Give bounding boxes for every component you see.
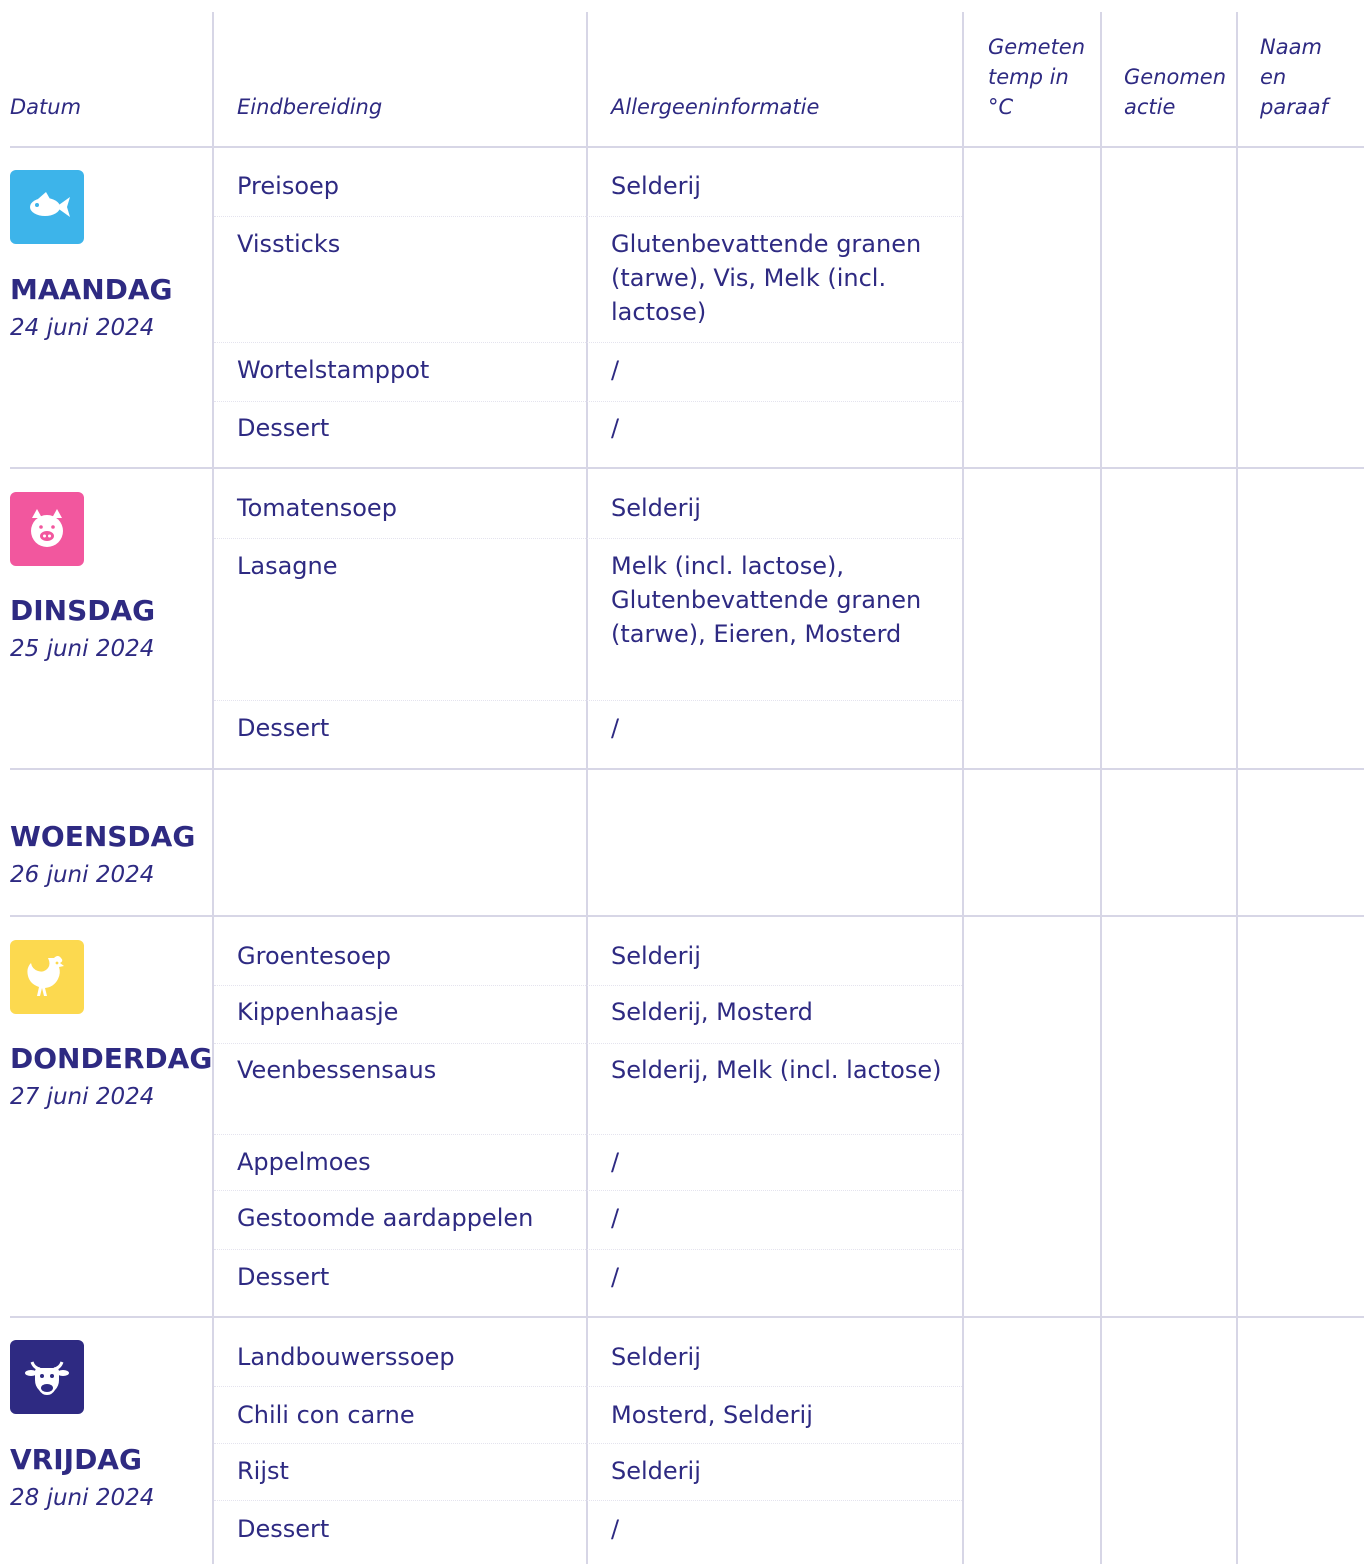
dish-name: Rijst [237, 1457, 289, 1485]
dish-name: Dessert [237, 714, 330, 742]
day-date: 25 juni 2024 [10, 636, 155, 662]
allergen-info: / [611, 414, 620, 442]
dish-divider [214, 216, 962, 217]
dish-name: Tomatensoep [237, 494, 397, 522]
dish-name: Dessert [237, 1263, 330, 1291]
column-divider [1100, 12, 1102, 1564]
day-date: 26 juni 2024 [10, 862, 155, 888]
allergen-info: Selderij [611, 172, 701, 200]
day-date: 24 juni 2024 [10, 315, 155, 341]
dish-name: Kippenhaasje [237, 998, 399, 1026]
day-date: 27 juni 2024 [10, 1084, 155, 1110]
dish-name: Preisoep [237, 172, 340, 200]
header-naam-line: paraaf [1260, 95, 1328, 119]
dish-name: Wortelstamppot [237, 356, 430, 384]
header-naam-line: Naam [1260, 35, 1322, 59]
allergen-info: Selderij, Mosterd [611, 998, 813, 1026]
allergen-info: Glutenbevattende granen (tarwe), Vis, Me… [611, 230, 922, 326]
dish-divider [214, 1386, 962, 1387]
day-name: DONDERDAG [10, 1042, 213, 1075]
dish-divider [214, 985, 962, 986]
rooster-icon [10, 940, 84, 1014]
header-temp-line: Gemeten [988, 35, 1086, 59]
header-actie-line: actie [1124, 95, 1176, 119]
allergen-info: Selderij, Melk (incl. lactose) [611, 1056, 942, 1084]
day-name: DINSDAG [10, 594, 156, 627]
dish-name: Gestoomde aardappelen [237, 1204, 534, 1232]
column-divider [586, 12, 588, 1564]
dish-name: Landbouwerssoep [237, 1343, 455, 1371]
header-temp-line: °C [988, 95, 1014, 119]
allergen-info: / [611, 1515, 620, 1543]
header-naam: Naam en paraaf [1260, 32, 1328, 122]
allergen-info: / [611, 1148, 620, 1176]
header-temp: Gemeten temp in °C [988, 32, 1085, 122]
header-temp-line: temp in [988, 65, 1069, 89]
row-divider [10, 146, 1364, 148]
dish-name: Dessert [237, 414, 330, 442]
dish-divider [214, 1134, 962, 1135]
row-divider [10, 1316, 1364, 1318]
row-divider [10, 915, 1364, 917]
dish-name: Groentesoep [237, 942, 391, 970]
day-name: MAANDAG [10, 273, 173, 306]
dish-divider [214, 700, 962, 701]
dish-divider [214, 1249, 962, 1250]
dish-name: Appelmoes [237, 1148, 371, 1176]
allergen-info: Selderij [611, 494, 701, 522]
allergen-info: Melk (incl. lactose), Glutenbevattende g… [611, 552, 922, 648]
allergen-info: Selderij [611, 1457, 701, 1485]
day-date: 28 juni 2024 [10, 1485, 155, 1511]
row-divider [10, 768, 1364, 770]
allergen-info: / [611, 1263, 620, 1291]
allergen-info: / [611, 356, 620, 384]
allergen-info: / [611, 1204, 620, 1232]
header-actie-line: Genomen [1124, 65, 1227, 89]
dish-name: Chili con carne [237, 1401, 415, 1429]
allergen-info: Selderij [611, 942, 701, 970]
row-divider [10, 467, 1364, 469]
day-name: WOENSDAG [10, 820, 196, 853]
column-divider [1236, 12, 1238, 1564]
dish-divider [214, 401, 962, 402]
day-name: VRIJDAG [10, 1443, 142, 1476]
header-eindbereiding: Eindbereiding [237, 95, 383, 119]
column-divider [212, 12, 214, 1564]
cow-icon [10, 1340, 84, 1414]
header-allergeen: Allergeeninformatie [611, 95, 820, 119]
allergen-info: / [611, 714, 620, 742]
menu-allergen-table: Datum Eindbereiding Allergeeninformatie … [0, 0, 1364, 1564]
dish-divider [214, 1043, 962, 1044]
dish-name: Veenbessensaus [237, 1056, 437, 1084]
header-naam-line: en [1260, 65, 1287, 89]
header-datum: Datum [10, 95, 82, 119]
column-divider [962, 12, 964, 1564]
header-actie: Genomen actie [1124, 62, 1226, 122]
fish-icon [10, 170, 84, 244]
dish-divider [214, 342, 962, 343]
dish-name: Dessert [237, 1515, 330, 1543]
dish-name: Lasagne [237, 552, 338, 580]
dish-divider [214, 538, 962, 539]
dish-name: Vissticks [237, 230, 341, 258]
allergen-info: Mosterd, Selderij [611, 1401, 813, 1429]
allergen-info: Selderij [611, 1343, 701, 1371]
dish-divider [214, 1190, 962, 1191]
pig-icon [10, 492, 84, 566]
dish-divider [214, 1500, 962, 1501]
dish-divider [214, 1443, 962, 1444]
